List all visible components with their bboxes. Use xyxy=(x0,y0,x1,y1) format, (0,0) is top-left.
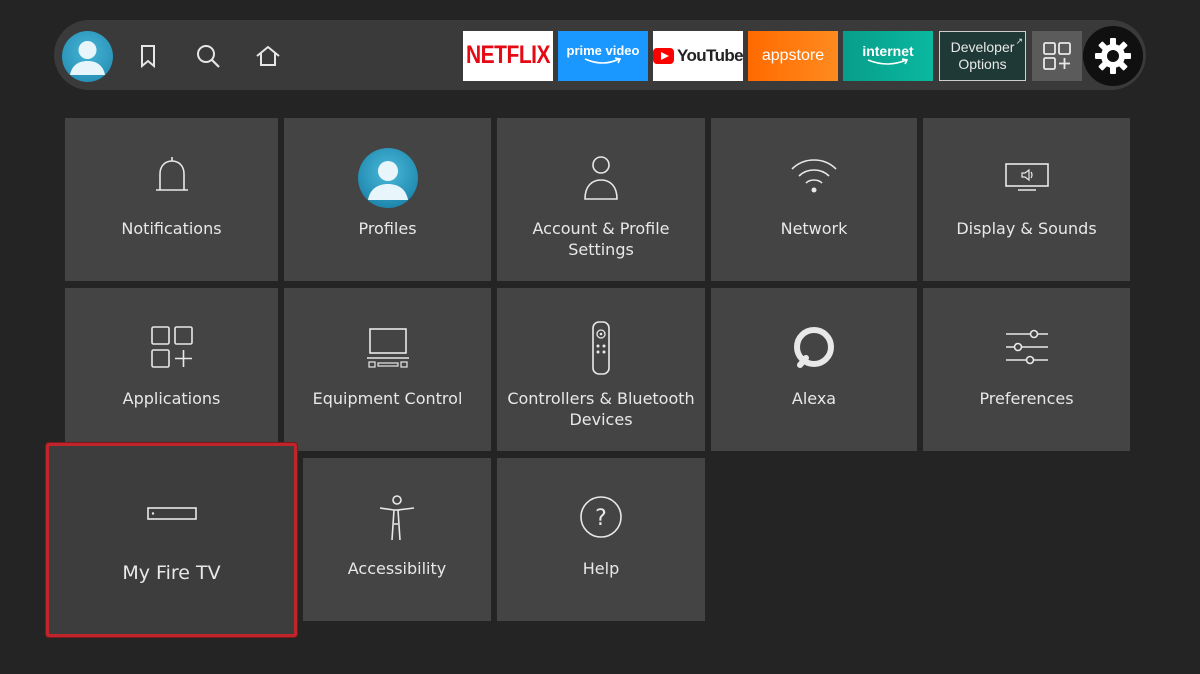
tile-label: Controllers & Bluetooth Devices xyxy=(507,389,695,429)
appstore-logo-text: appstore xyxy=(761,47,825,64)
tile-label: Help xyxy=(582,559,620,578)
avatar-icon xyxy=(357,148,418,208)
sliders-icon xyxy=(1005,329,1048,365)
tile-equipment-control[interactable]: Equipment Control xyxy=(284,288,491,451)
amazon-smile-icon xyxy=(584,57,622,64)
tile-label: Display & Sounds xyxy=(956,219,1097,238)
tile-my-fire-tv[interactable]: My Fire TV xyxy=(46,443,297,637)
gear-icon xyxy=(1095,38,1131,74)
prime-video-logo-text: prime video xyxy=(566,43,640,58)
alexa-icon xyxy=(794,327,834,368)
svg-text:?: ? xyxy=(595,506,607,531)
tile-display-sounds[interactable]: Display & Sounds xyxy=(923,118,1130,281)
developer-options-tile[interactable]: ↗ Developer Options xyxy=(939,31,1026,81)
prime-video-app-tile[interactable]: prime video xyxy=(558,31,648,81)
wifi-icon xyxy=(791,159,837,193)
search-icon[interactable] xyxy=(192,40,224,72)
tile-label: Applications xyxy=(122,389,221,408)
tile-controllers-bluetooth[interactable]: Controllers & Bluetooth Devices xyxy=(497,288,705,451)
tile-label: Notifications xyxy=(121,219,222,238)
tile-preferences[interactable]: Preferences xyxy=(923,288,1130,451)
tile-account-profile-settings[interactable]: Account & Profile Settings xyxy=(497,118,705,281)
tile-accessibility[interactable]: Accessibility xyxy=(303,458,491,621)
firetv-device-icon xyxy=(146,507,197,520)
developer-options-label: Developer Options xyxy=(950,39,1015,72)
tile-network[interactable]: Network xyxy=(711,118,917,281)
youtube-logo-text: YouTube xyxy=(677,46,744,65)
tile-label: Equipment Control xyxy=(312,389,463,408)
monitor-icon xyxy=(366,328,409,368)
remote-icon xyxy=(592,321,610,375)
tile-applications[interactable]: Applications xyxy=(65,288,278,451)
bookmark-icon[interactable] xyxy=(132,40,164,72)
bell-icon xyxy=(155,157,188,191)
tile-help[interactable]: ? Help xyxy=(497,458,705,621)
tile-notifications[interactable]: Notifications xyxy=(65,118,278,281)
netflix-logo-text: NETFLIX xyxy=(466,41,551,70)
tv-speaker-icon xyxy=(1004,163,1049,191)
external-link-icon: ↗ xyxy=(1015,36,1023,46)
accessibility-icon xyxy=(379,495,415,541)
tile-label: Alexa xyxy=(791,389,837,408)
help-icon: ? xyxy=(580,496,622,538)
tile-label: My Fire TV xyxy=(122,562,221,584)
tile-profiles[interactable]: Profiles xyxy=(284,118,491,281)
amazon-smile-icon xyxy=(867,57,909,65)
avatar-icon xyxy=(70,41,105,75)
internet-logo-text: internet xyxy=(862,42,914,59)
tile-label: Accessibility xyxy=(347,559,447,578)
grid-plus-icon xyxy=(150,326,193,368)
youtube-play-icon xyxy=(653,48,674,64)
profile-avatar[interactable] xyxy=(62,31,113,82)
settings-button[interactable] xyxy=(1083,26,1143,86)
person-icon xyxy=(584,156,618,200)
netflix-app-tile[interactable]: NETFLIX xyxy=(463,31,553,81)
tile-label: Network xyxy=(780,219,848,238)
all-apps-button[interactable] xyxy=(1032,31,1082,81)
tile-label: Account & Profile Settings xyxy=(532,219,670,259)
internet-app-tile[interactable]: internet xyxy=(843,31,933,81)
grid-plus-icon xyxy=(1043,42,1071,70)
tile-alexa[interactable]: Alexa xyxy=(711,288,917,451)
tile-label: Preferences xyxy=(979,389,1074,408)
appstore-app-tile[interactable]: appstore xyxy=(748,31,838,81)
tile-label: Profiles xyxy=(358,219,417,238)
home-icon[interactable] xyxy=(252,40,284,72)
youtube-app-tile[interactable]: YouTube xyxy=(653,31,744,81)
